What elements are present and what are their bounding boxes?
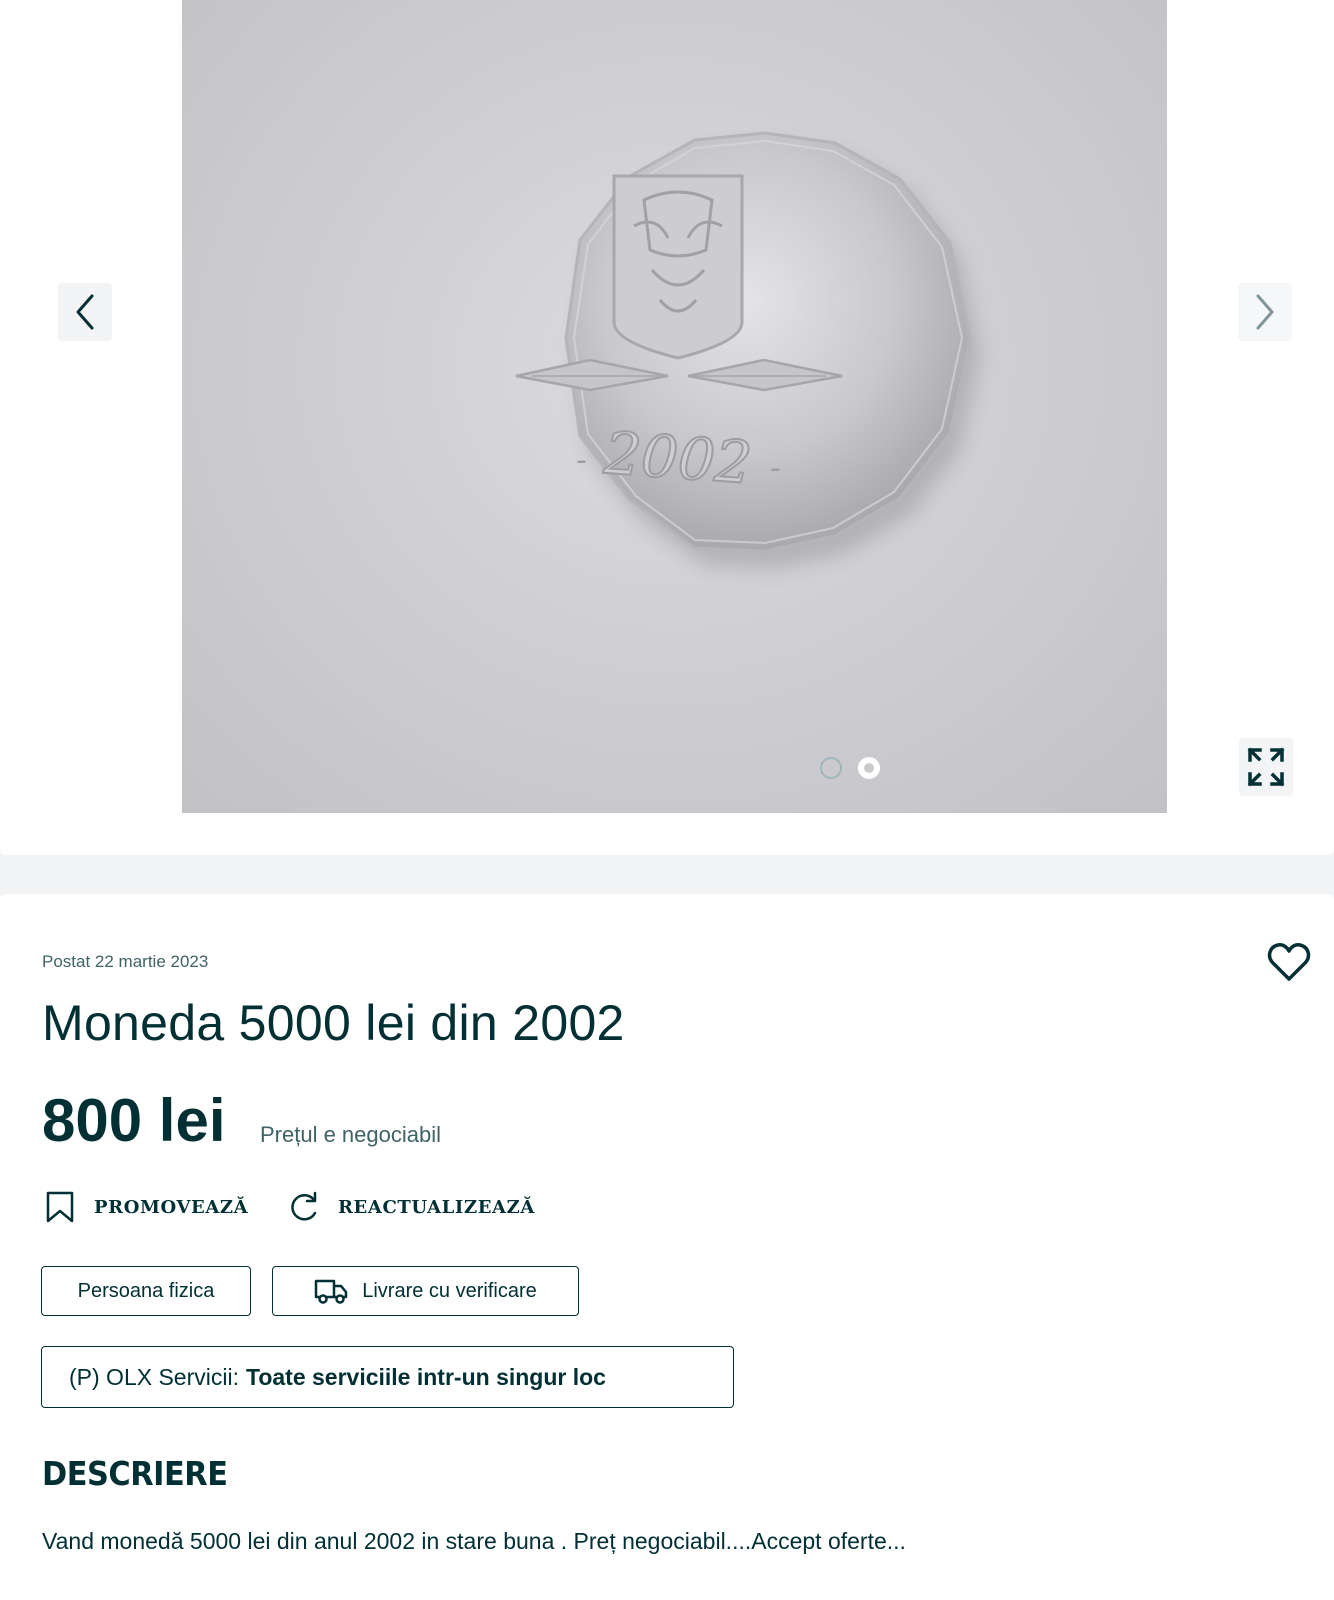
olx-services-banner[interactable]: (P) OLX Servicii: Toate serviciile intr-… [41,1346,734,1408]
refresh-label: REACTUALIZEAZĂ [338,1196,535,1218]
negotiable-label: Prețul e negociabil [260,1122,442,1147]
promo-text: Toate serviciile intr-un singur loc [245,1363,606,1390]
fullscreen-button[interactable] [1239,738,1293,796]
refresh-icon [291,1191,317,1221]
delivery-tag[interactable]: Livrare cu verificare [272,1266,579,1316]
bookmark-icon [46,1191,74,1223]
seller-type-tag[interactable]: Persoana fizica [41,1266,251,1316]
description-heading: DESCRIERE [42,1454,228,1493]
next-image-button[interactable] [1238,283,1292,341]
pagination-dot-2-active[interactable] [858,757,880,779]
listing-photo[interactable]: 2002 - - [182,0,1167,813]
expand-icon [1247,747,1285,787]
posted-date: Postat 22 martie 2023 [42,952,209,971]
chevron-left-icon [76,294,94,330]
promo-prefix: (P) OLX Servicii: [69,1363,239,1390]
listing-title: Moneda 5000 lei din 2002 [42,995,625,1051]
image-gallery: 2002 - - [0,0,1334,855]
seller-type-label: Persoana fizica [77,1279,215,1302]
coin-year: 2002 [601,419,754,497]
svg-text:-: - [770,451,781,486]
favorite-button[interactable] [1267,940,1311,984]
promote-button[interactable]: PROMOVEAZĂ [44,1190,248,1224]
truck-icon [314,1279,348,1304]
heart-icon [1267,943,1311,981]
chevron-right-icon [1256,294,1274,330]
delivery-label: Livrare cu verificare [362,1279,537,1302]
image-pagination [820,757,880,779]
pagination-dot-1[interactable] [820,757,842,779]
description-text: Vand monedă 5000 lei din anul 2002 in st… [42,1528,906,1554]
refresh-button[interactable]: REACTUALIZEAZĂ [288,1190,535,1224]
listing-details: Postat 22 martie 2023 Moneda 5000 lei di… [0,894,1334,1600]
listing-price: 800 lei [42,1087,226,1154]
svg-text:-: - [576,443,587,478]
promote-label: PROMOVEAZĂ [94,1196,249,1218]
previous-image-button[interactable] [58,283,112,341]
